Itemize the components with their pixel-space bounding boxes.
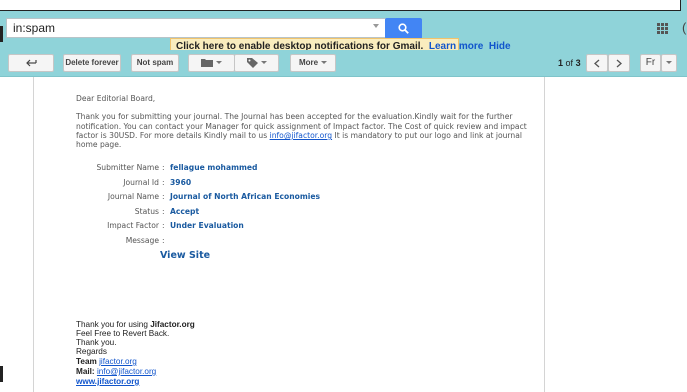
chevron-right-icon [616, 59, 622, 68]
pager-of: of [565, 58, 574, 68]
newer-button[interactable] [586, 54, 608, 72]
field-label: Submitter Name [96, 163, 159, 172]
input-tools-dropdown[interactable] [661, 54, 677, 72]
signature-line2: Feel Free to Revert Back. [76, 329, 170, 338]
search-options-dropdown-icon[interactable] [373, 24, 379, 28]
signature-line1: Thank you for using Jifactor.org [76, 320, 195, 329]
more-button[interactable]: More [290, 54, 336, 72]
chevron-left-icon [594, 59, 600, 68]
view-site-link[interactable]: View Site [160, 250, 210, 261]
email-greeting: Dear Editorial Board, [76, 94, 156, 103]
search-button[interactable] [385, 18, 422, 39]
folder-icon [201, 59, 213, 68]
sig-text: Thank you for using [76, 320, 151, 329]
move-to-button[interactable] [188, 54, 235, 72]
left-divider [33, 77, 34, 392]
info-email-link[interactable]: info@jifactor.org [270, 131, 332, 140]
field-value: Journal of North African Economies [170, 192, 321, 201]
delete-forever-button[interactable]: Delete forever [63, 54, 121, 72]
field-value: Under Evaluation [170, 221, 244, 230]
left-edge-mark-bottom [0, 366, 3, 382]
email-paragraph-line3: factor is 30USD. For more details Kindly… [76, 131, 522, 140]
labels-button[interactable] [234, 54, 279, 72]
window-edge [0, 0, 440, 11]
search-box[interactable] [6, 18, 386, 38]
field-label: Journal Id [123, 178, 159, 187]
field-value: Accept [170, 207, 200, 216]
team-link[interactable]: jifactor.org [99, 357, 137, 366]
account-edge-icon[interactable]: ( [682, 20, 686, 35]
www-link[interactable]: www.jifactor.org [76, 377, 139, 386]
sig-mail-label: Mail: [76, 367, 97, 376]
pagination-text: 1 of 3 [558, 58, 581, 68]
pager-total: 3 [575, 58, 581, 68]
signature-www: www.jifactor.org [76, 377, 139, 386]
para-text: factor is 30USD. For more details Kindly… [76, 131, 270, 140]
field-label: Message [125, 236, 159, 245]
mail-link[interactable]: info@jifactor.org [97, 367, 156, 376]
signature-line3: Thank you. [76, 338, 117, 347]
field-label: Journal Name [107, 192, 159, 201]
email-paragraph-line2: notification. You can contact your Manag… [76, 122, 527, 131]
older-button[interactable] [608, 54, 630, 72]
window-edge-right [440, 0, 681, 11]
back-arrow-icon [26, 59, 37, 67]
sig-brand: Jifactor.org [150, 320, 195, 329]
signature-team: Team jifactor.org [76, 357, 137, 366]
not-spam-button[interactable]: Not spam [131, 54, 179, 72]
field-label: Impact Factor [107, 221, 159, 230]
field-value: 3960 [170, 178, 192, 187]
pager-range: 1 [558, 58, 564, 68]
input-tools-button[interactable]: Fr [640, 54, 661, 72]
label-tag-icon [246, 57, 258, 68]
search-icon [398, 23, 409, 34]
email-paragraph-line1: Thank you for submitting your journal. T… [76, 112, 513, 121]
para-text-post: It is mandatory to put our logo and link… [332, 131, 522, 140]
email-paragraph-line4: home page. [76, 140, 122, 149]
field-value: fellague mohammed [170, 163, 258, 172]
field-label: Status [134, 207, 159, 216]
left-edge-mark [0, 26, 3, 42]
sig-team-label: Team [76, 357, 100, 366]
search-input[interactable] [7, 19, 359, 37]
signature-mail: Mail: info@jifactor.org [76, 367, 156, 376]
right-divider [544, 77, 545, 392]
back-button[interactable] [8, 54, 54, 72]
more-label: More [298, 58, 319, 67]
signature-line4: Regards [76, 347, 107, 356]
